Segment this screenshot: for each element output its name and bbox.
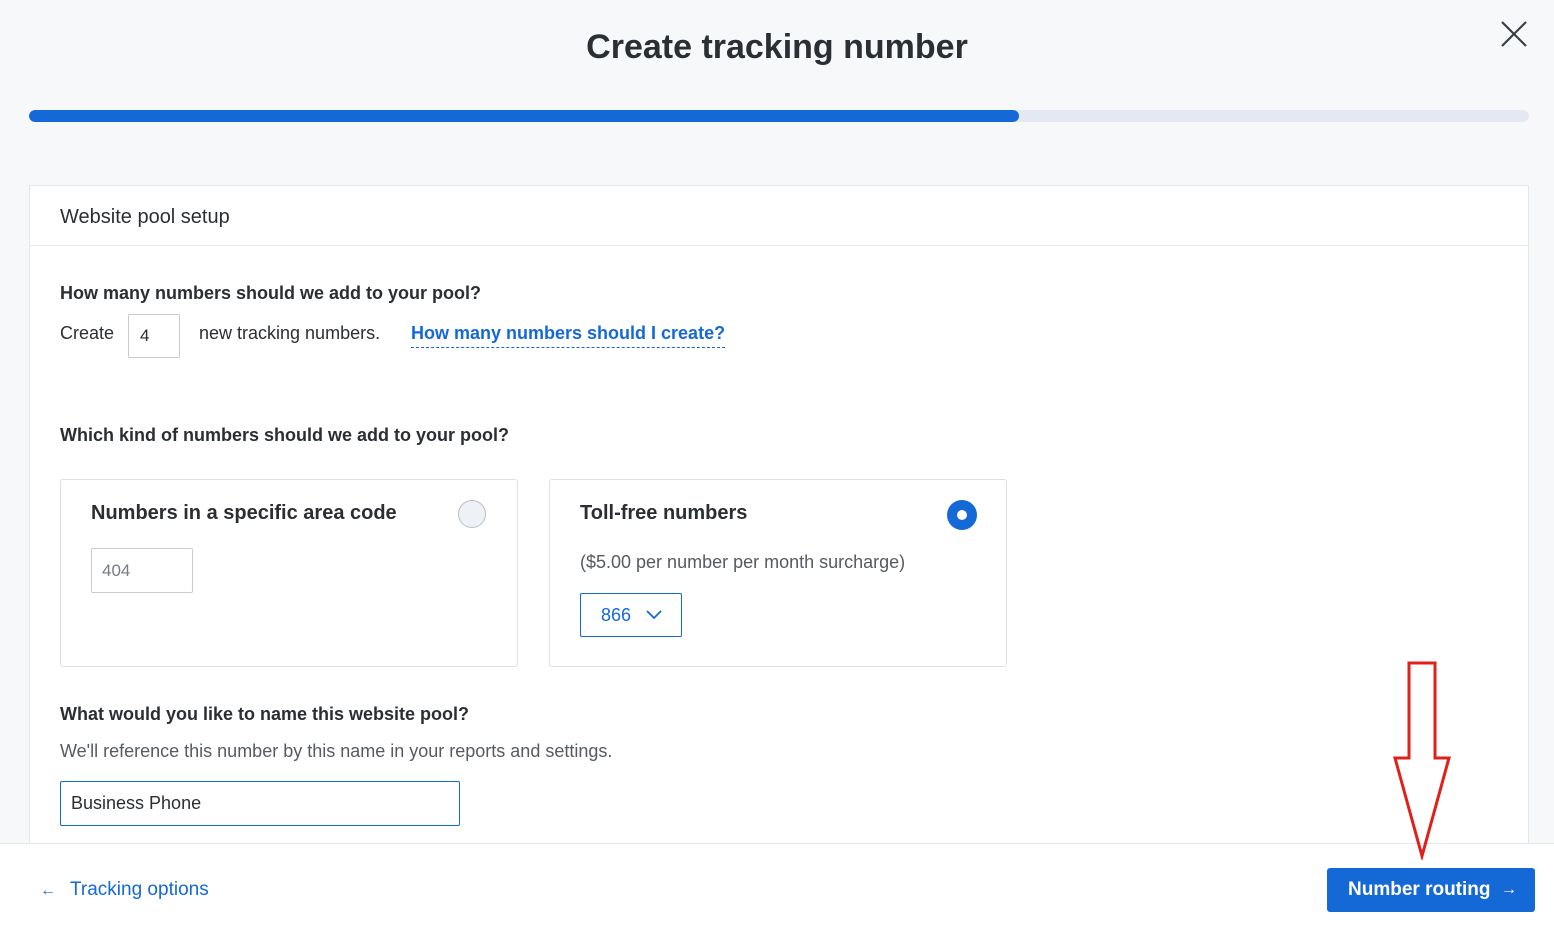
next-number-routing-button[interactable]: Number routing → bbox=[1327, 868, 1535, 912]
toll-free-radio[interactable] bbox=[947, 500, 977, 530]
surcharge-note: ($5.00 per number per month surcharge) bbox=[580, 552, 906, 572]
name-hint: We'll reference this number by this name… bbox=[60, 741, 613, 761]
number-count-input[interactable] bbox=[128, 314, 180, 358]
area-code-option-card[interactable]: Numbers in a specific area code bbox=[60, 479, 518, 667]
progress-bar-fill bbox=[29, 110, 1019, 122]
panel-title: Website pool setup bbox=[30, 186, 1528, 246]
create-label: Create bbox=[60, 323, 115, 343]
kind-question: Which kind of numbers should we add to y… bbox=[60, 425, 509, 445]
area-code-radio[interactable] bbox=[458, 500, 486, 528]
toll-free-option-card[interactable]: Toll-free numbers ($5.00 per number per … bbox=[549, 479, 1007, 667]
area-code-option-title: Numbers in a specific area code bbox=[91, 502, 397, 524]
close-icon bbox=[1501, 21, 1527, 47]
chevron-down-icon bbox=[646, 610, 662, 620]
toll-free-prefix-select[interactable]: 866 bbox=[580, 593, 682, 637]
toll-free-option-title: Toll-free numbers bbox=[580, 502, 748, 524]
count-suffix: new tracking numbers. bbox=[199, 323, 381, 343]
annotation-arrow-icon bbox=[1393, 661, 1451, 860]
close-button[interactable] bbox=[1496, 18, 1532, 50]
prefix-value: 866 bbox=[601, 605, 632, 625]
progress-bar bbox=[29, 110, 1529, 122]
website-pool-setup-panel: Website pool setup How many numbers shou… bbox=[29, 185, 1529, 866]
arrow-left-icon: ← bbox=[40, 882, 56, 899]
back-tracking-options-link[interactable]: ← Tracking options bbox=[40, 879, 209, 901]
how-many-numbers-link[interactable]: How many numbers should I create? bbox=[411, 323, 726, 348]
next-label: Number routing bbox=[1348, 879, 1491, 900]
footer-bar: ← Tracking options Number routing → bbox=[0, 843, 1554, 925]
area-code-input[interactable] bbox=[91, 548, 193, 593]
page-title: Create tracking number bbox=[586, 28, 968, 66]
count-question: How many numbers should we add to your p… bbox=[60, 283, 482, 303]
pool-name-input[interactable] bbox=[60, 781, 460, 826]
back-label: Tracking options bbox=[70, 879, 209, 900]
arrow-right-icon: → bbox=[1501, 881, 1517, 898]
name-question: What would you like to name this website… bbox=[60, 704, 470, 724]
